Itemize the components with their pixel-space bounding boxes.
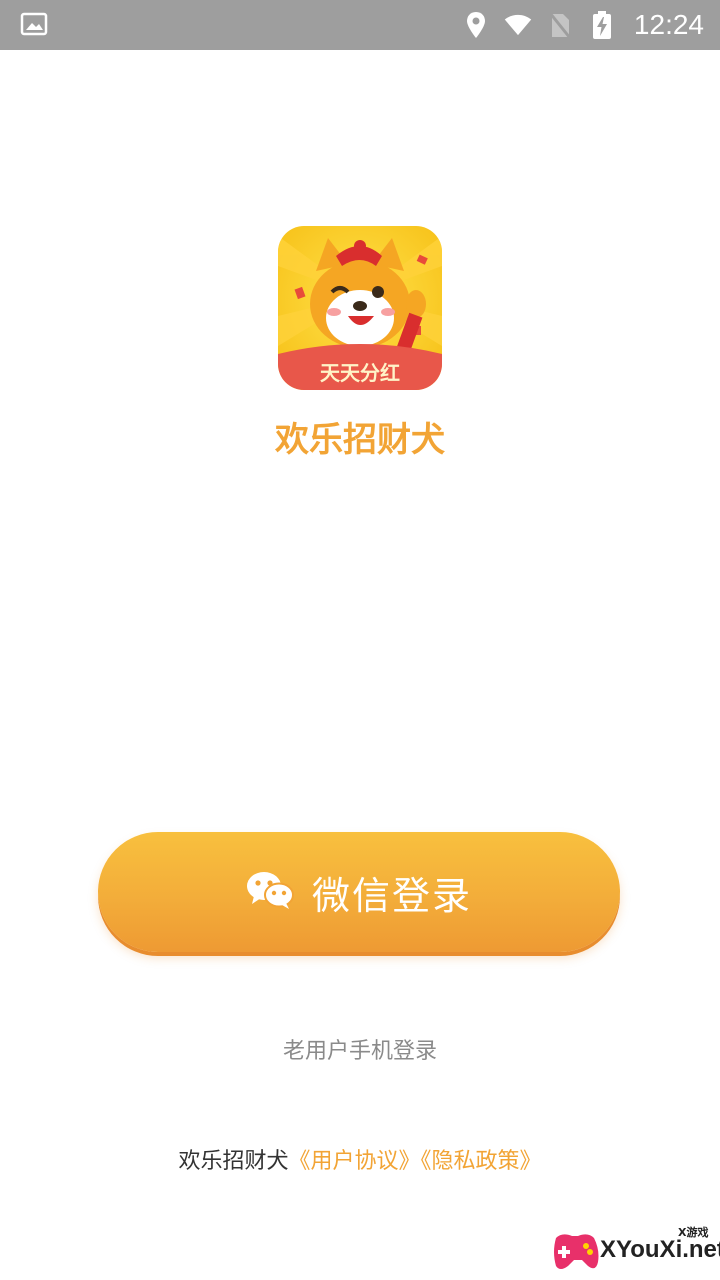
gamepad-logo-icon — [554, 1234, 599, 1269]
status-icons: 12:24 — [462, 0, 704, 50]
image-icon — [20, 12, 48, 36]
wechat-login-label: 微信登录 — [311, 873, 472, 918]
privacy-policy-link[interactable]: 《隐私政策》 — [421, 1149, 542, 1174]
agreement-line: 欢乐招财犬《用户协议》《隐私政策》 — [0, 1143, 720, 1175]
app-name: 欢乐招财犬 — [275, 420, 445, 460]
location-icon — [462, 11, 490, 39]
user-agreement-link[interactable]: 《用户协议》 — [288, 1149, 420, 1174]
wifi-icon — [504, 11, 532, 39]
clock: 12:24 — [633, 9, 704, 40]
logo-banner-text: 天天分红 — [320, 361, 400, 385]
wechat-login-button[interactable]: 微信登录 — [98, 832, 620, 952]
battery-charging-icon — [588, 11, 616, 39]
watermark-text: XYouXi.net — [600, 1236, 720, 1263]
agreement-prefix: 欢乐招财犬 — [178, 1149, 289, 1174]
phone-login-link[interactable]: 老用户手机登录 — [0, 1033, 720, 1065]
app-logo: 天天分红 — [278, 226, 442, 390]
shiba-dog-logo-icon: 天天分红 — [278, 226, 442, 390]
no-sim-icon — [546, 11, 574, 39]
status-bar: 12:24 — [0, 0, 720, 50]
watermark: X游戏 XYouXi.net — [548, 1222, 720, 1276]
wechat-icon — [246, 870, 294, 914]
